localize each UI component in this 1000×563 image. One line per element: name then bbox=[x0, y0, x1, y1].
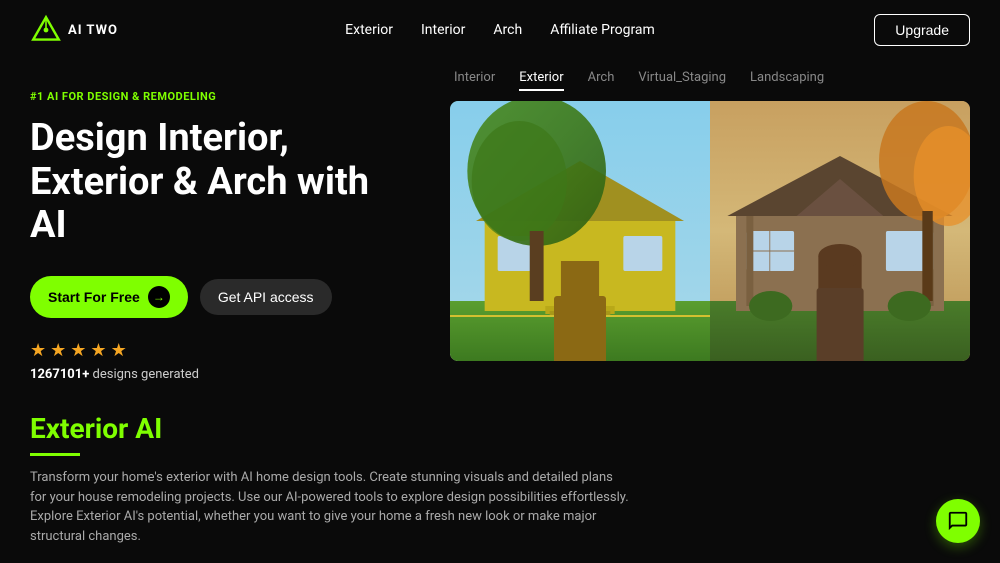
star-5: ★ bbox=[111, 340, 127, 361]
tab-exterior[interactable]: Exterior bbox=[519, 70, 563, 91]
chat-icon bbox=[947, 510, 969, 532]
main-content: #1 AI FOR DESIGN & REMODELING Design Int… bbox=[0, 70, 1000, 382]
logo-icon bbox=[30, 14, 62, 46]
arrow-icon: → bbox=[148, 286, 170, 308]
nav-links: Exterior Interior Arch Affiliate Program bbox=[345, 22, 655, 38]
bottom-section: Exterior AI Transform your home's exteri… bbox=[0, 412, 1000, 546]
star-4: ★ bbox=[90, 340, 106, 361]
star-1: ★ bbox=[30, 340, 46, 361]
brand-name: AI TWO bbox=[68, 23, 118, 38]
hero-image bbox=[450, 101, 970, 361]
section-underline bbox=[30, 453, 80, 456]
headline: Design Interior, Exterior & Arch with AI bbox=[30, 117, 410, 248]
nav-link-arch[interactable]: Arch bbox=[493, 22, 522, 38]
right-panel: Interior Exterior Arch Virtual_Staging L… bbox=[450, 70, 970, 382]
stars-row: ★ ★ ★ ★ ★ bbox=[30, 340, 410, 361]
left-panel: #1 AI FOR DESIGN & REMODELING Design Int… bbox=[30, 70, 410, 382]
cta-row: Start For Free → Get API access bbox=[30, 276, 410, 318]
nav-link-affiliate[interactable]: Affiliate Program bbox=[550, 22, 655, 38]
logo[interactable]: AI TWO bbox=[30, 14, 118, 46]
section-description: Transform your home's exterior with AI h… bbox=[30, 468, 630, 546]
start-free-label: Start For Free bbox=[48, 289, 140, 305]
designs-count: 1267101+ designs generated bbox=[30, 367, 410, 382]
designs-number: 1267101+ bbox=[30, 367, 89, 382]
nav-link-exterior[interactable]: Exterior bbox=[345, 22, 393, 38]
nav-link-interior[interactable]: Interior bbox=[421, 22, 465, 38]
section-title: Exterior AI bbox=[30, 412, 970, 445]
image-tabs: Interior Exterior Arch Virtual_Staging L… bbox=[450, 70, 970, 91]
upgrade-button[interactable]: Upgrade bbox=[874, 14, 970, 46]
start-free-button[interactable]: Start For Free → bbox=[30, 276, 188, 318]
badge: #1 AI FOR DESIGN & REMODELING bbox=[30, 90, 410, 103]
house-after-image bbox=[710, 101, 970, 361]
house-before-image bbox=[450, 101, 710, 361]
api-access-button[interactable]: Get API access bbox=[200, 279, 332, 315]
designs-label: designs generated bbox=[93, 367, 199, 382]
navbar: AI TWO Exterior Interior Arch Affiliate … bbox=[0, 0, 1000, 60]
chat-support-button[interactable] bbox=[936, 499, 980, 543]
tab-interior[interactable]: Interior bbox=[454, 70, 495, 91]
tab-virtual-staging[interactable]: Virtual_Staging bbox=[638, 70, 726, 91]
star-2: ★ bbox=[50, 340, 66, 361]
tab-arch[interactable]: Arch bbox=[588, 70, 615, 91]
tab-landscaping[interactable]: Landscaping bbox=[750, 70, 824, 91]
star-3: ★ bbox=[70, 340, 86, 361]
